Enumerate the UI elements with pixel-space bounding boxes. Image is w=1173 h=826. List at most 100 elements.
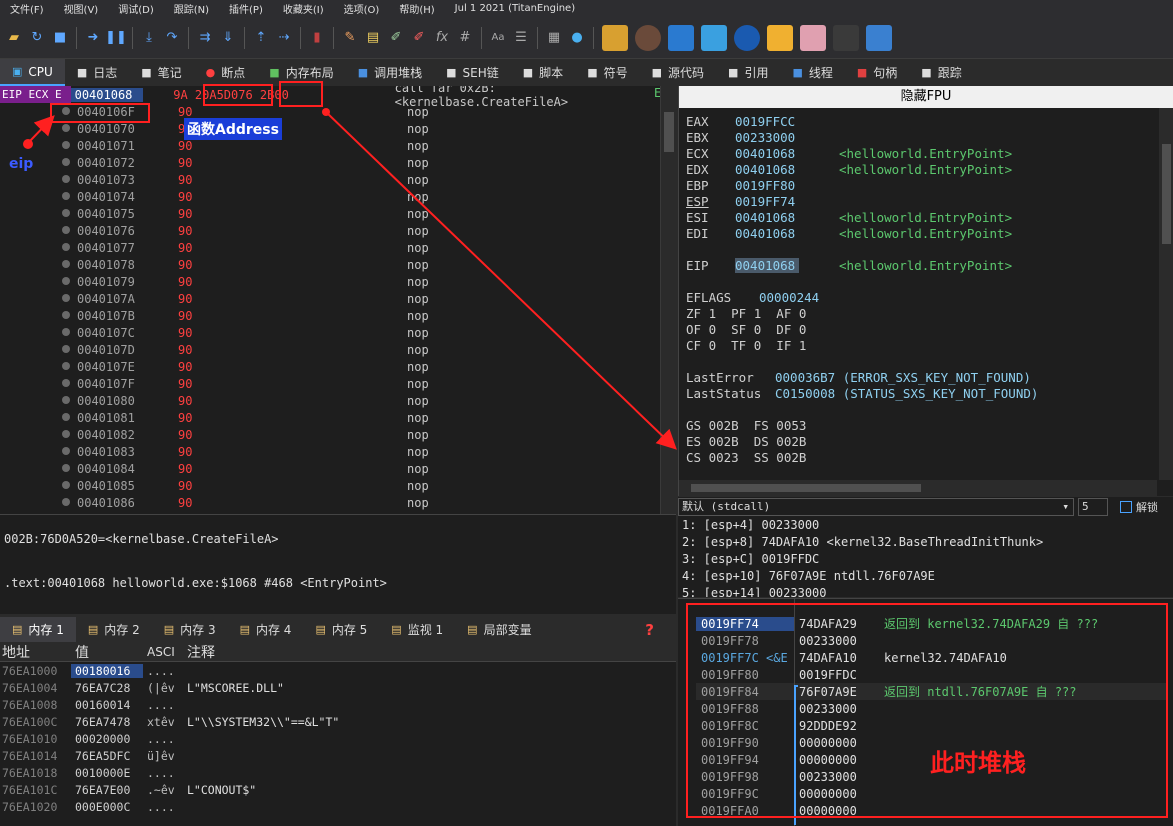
register-row-eip[interactable]: EIP 00401068 <helloworld.EntryPoint> bbox=[686, 258, 1012, 273]
tab-trace[interactable]: ■ 跟踪 bbox=[909, 59, 973, 86]
menu-item-5[interactable]: 收藏夹(I) bbox=[273, 1, 334, 16]
register-row-eax[interactable]: EAX 0019FFCC bbox=[686, 114, 799, 129]
disasm-row[interactable]: 0040107C 90 nop bbox=[0, 324, 660, 341]
unlock-checkbox[interactable] bbox=[1120, 501, 1132, 513]
registers-panel[interactable]: 隐藏FPU EAX 0019FFCC EBX 00233000 ECX 00401068 <… bbox=[678, 86, 1173, 496]
strings-icon[interactable]: ☰ bbox=[511, 28, 531, 48]
memory-row[interactable]: 76EA1014 76EA5DFC ü]êv bbox=[0, 747, 676, 764]
menu-item-4[interactable]: 插件(P) bbox=[219, 1, 273, 16]
breakpoint-dot-icon[interactable] bbox=[62, 447, 70, 455]
disasm-row[interactable]: 00401071 90 nop bbox=[0, 137, 660, 154]
disasm-row[interactable]: 00401075 90 nop bbox=[0, 205, 660, 222]
menu-item-6[interactable]: 选项(O) bbox=[334, 1, 390, 16]
breakpoint-dot-icon[interactable] bbox=[62, 481, 70, 489]
memory-tab-3[interactable]: ▤ 内存 4 bbox=[228, 617, 304, 642]
memory-tab-5[interactable]: ▤ 监视 1 bbox=[379, 617, 455, 642]
breakpoint-dot-icon[interactable] bbox=[62, 124, 70, 132]
breakpoint-dot-icon[interactable] bbox=[62, 175, 70, 183]
pause-icon[interactable]: ❚❚ bbox=[105, 28, 127, 48]
restart-icon[interactable]: ↻ bbox=[27, 28, 47, 48]
register-row-ecx[interactable]: ECX 00401068 <helloworld.EntryPoint> bbox=[686, 146, 1012, 161]
menu-item-0[interactable]: 文件(F) bbox=[0, 1, 54, 16]
flags-row[interactable]: ZF 1 PF 1 AF 0 bbox=[686, 306, 806, 321]
plugin-pe-icon[interactable] bbox=[602, 24, 628, 51]
register-row-esi[interactable]: ESI 00401068 <helloworld.EntryPoint> bbox=[686, 210, 1012, 225]
breakpoint-dot-icon[interactable] bbox=[62, 158, 70, 166]
memory-tab-6[interactable]: ▤ 局部变量 bbox=[455, 617, 543, 642]
tab-handles[interactable]: ■ 句柄 bbox=[845, 59, 909, 86]
memory-row[interactable]: 76EA1018 0010000E.... bbox=[0, 764, 676, 781]
plugin-shield-icon[interactable] bbox=[734, 24, 760, 51]
disasm-row[interactable]: 00401085 90 nop bbox=[0, 477, 660, 494]
disasm-row[interactable]: 00401084 90 nop bbox=[0, 460, 660, 477]
disasm-row[interactable]: 0040107E 90 nop bbox=[0, 358, 660, 375]
registers-vscrollbar[interactable] bbox=[1159, 108, 1173, 480]
run-to-user-code-icon[interactable]: ⇢ bbox=[274, 28, 294, 48]
memory-tab-4[interactable]: ▤ 内存 5 bbox=[303, 617, 379, 642]
breakpoint-dot-icon[interactable] bbox=[62, 362, 70, 370]
breakpoint-dot-icon[interactable] bbox=[62, 328, 70, 336]
register-row-ebx[interactable]: EBX 00233000 bbox=[686, 130, 799, 145]
registers-hscrollbar[interactable] bbox=[679, 480, 1157, 496]
register-row-edx[interactable]: EDX 00401068 <helloworld.EntryPoint> bbox=[686, 162, 1012, 177]
tab-source[interactable]: ■ 源代码 bbox=[640, 59, 716, 86]
comment-icon[interactable]: ✐ bbox=[386, 28, 406, 48]
disasm-row[interactable]: 00401073 90 nop bbox=[0, 171, 660, 188]
memory-row[interactable]: 76EA100C 76EA7478 xtêv L"\\SYSTEM32\\"==&L"… bbox=[0, 713, 676, 730]
menu-item-2[interactable]: 调试(D) bbox=[108, 1, 164, 16]
disasm-row[interactable]: 00401079 90 nop bbox=[0, 273, 660, 290]
breakpoint-dot-icon[interactable] bbox=[62, 209, 70, 217]
tab-breakpoint[interactable]: ● 断点 bbox=[194, 59, 258, 86]
memory-tab-2[interactable]: ▤ 内存 3 bbox=[152, 617, 228, 642]
calculator-icon[interactable]: ▦ bbox=[544, 28, 564, 48]
breakpoint-dot-icon[interactable] bbox=[62, 192, 70, 200]
breakpoint-dot-icon[interactable] bbox=[62, 294, 70, 302]
trace-into-icon[interactable]: ⇉ bbox=[195, 28, 215, 48]
memory-row[interactable]: 76EA1008 00160014.... bbox=[0, 696, 676, 713]
disasm-row[interactable]: 0040107B 90 nop bbox=[0, 307, 660, 324]
menu-item-7[interactable]: 帮助(H) bbox=[389, 1, 444, 16]
call-argument[interactable]: 3: [esp+C] 0019FFDC bbox=[682, 551, 1173, 568]
memory-row[interactable]: 76EA101C 76EA7E00 .~êv L"CONOUT$" bbox=[0, 781, 676, 798]
call-argument[interactable]: 2: [esp+8] 74DAFA10 <kernel32.BaseThread… bbox=[682, 534, 1173, 551]
plugin-window-icon[interactable] bbox=[668, 24, 694, 51]
call-argument[interactable]: 5: [esp+14] 00233000 bbox=[682, 585, 1173, 597]
disasm-row[interactable]: EIP ECX E 00401068 9A 20A5D076 2B00 call fa… bbox=[0, 86, 661, 109]
plugin-syringe-icon[interactable] bbox=[833, 24, 859, 51]
plugin-windows-icon[interactable] bbox=[701, 24, 727, 51]
breakpoint-dot-icon[interactable] bbox=[62, 464, 70, 472]
function-icon[interactable]: fx bbox=[432, 28, 452, 48]
disasm-row[interactable]: 00401081 90 nop bbox=[0, 409, 660, 426]
breakpoint-dot-icon[interactable] bbox=[62, 226, 70, 234]
call-argument[interactable]: 1: [esp+4] 00233000 bbox=[682, 517, 1173, 534]
call-convention-select[interactable]: 默认 (stdcall) ▾ bbox=[678, 498, 1074, 516]
memory-dump[interactable]: 76EA1000 00180016.... 76EA1004 76EA7C28 (|êv… bbox=[0, 662, 676, 826]
memory-row[interactable]: 76EA1010 00020000.... bbox=[0, 730, 676, 747]
breakpoint-dot-icon[interactable] bbox=[62, 379, 70, 387]
segment-row[interactable]: ES 002B DS 002B bbox=[686, 434, 806, 449]
tab-symbols[interactable]: ■ 符号 bbox=[575, 59, 639, 86]
memory-tab-0[interactable]: ▤ 内存 1 bbox=[0, 617, 76, 642]
register-row-eflags[interactable]: EFLAGS 00000244 bbox=[686, 290, 819, 305]
step-over-icon[interactable]: ↷ bbox=[162, 28, 182, 48]
disassembly-view[interactable]: EIP ECX E 00401068 9A 20A5D076 2B00 call fa… bbox=[0, 86, 676, 514]
plugin-eraser-icon[interactable] bbox=[767, 24, 793, 51]
disasm-row[interactable]: 00401082 90 nop bbox=[0, 426, 660, 443]
breakpoint-dot-icon[interactable] bbox=[62, 260, 70, 268]
memory-row[interactable]: 76EA1004 76EA7C28 (|êv L"MSCOREE.DLL" bbox=[0, 679, 676, 696]
tab-references[interactable]: ■ 引用 bbox=[716, 59, 780, 86]
run-icon[interactable]: ➜ bbox=[83, 28, 103, 48]
call-arguments-list[interactable]: 1: [esp+4] 00233000 2: [esp+8] 74DAFA10 <… bbox=[678, 517, 1173, 597]
register-row-ebp[interactable]: EBP 0019FF80 bbox=[686, 178, 799, 193]
disasm-row[interactable]: 00401077 90 nop bbox=[0, 239, 660, 256]
breakpoint-dot-icon[interactable] bbox=[62, 141, 70, 149]
tab-call-stack[interactable]: ■ 调用堆栈 bbox=[346, 59, 434, 86]
open-icon[interactable]: ▰ bbox=[4, 28, 24, 48]
memory-icon[interactable]: ▮ bbox=[307, 28, 327, 48]
tab-script[interactable]: ■ 脚本 bbox=[511, 59, 575, 86]
memory-row[interactable]: 76EA1000 00180016.... bbox=[0, 662, 676, 679]
tab-notes[interactable]: ■ 笔记 bbox=[129, 59, 193, 86]
breakpoint-dot-icon[interactable] bbox=[62, 396, 70, 404]
disasm-row[interactable]: 00401074 90 nop bbox=[0, 188, 660, 205]
plugin-anime-icon[interactable] bbox=[800, 24, 826, 51]
